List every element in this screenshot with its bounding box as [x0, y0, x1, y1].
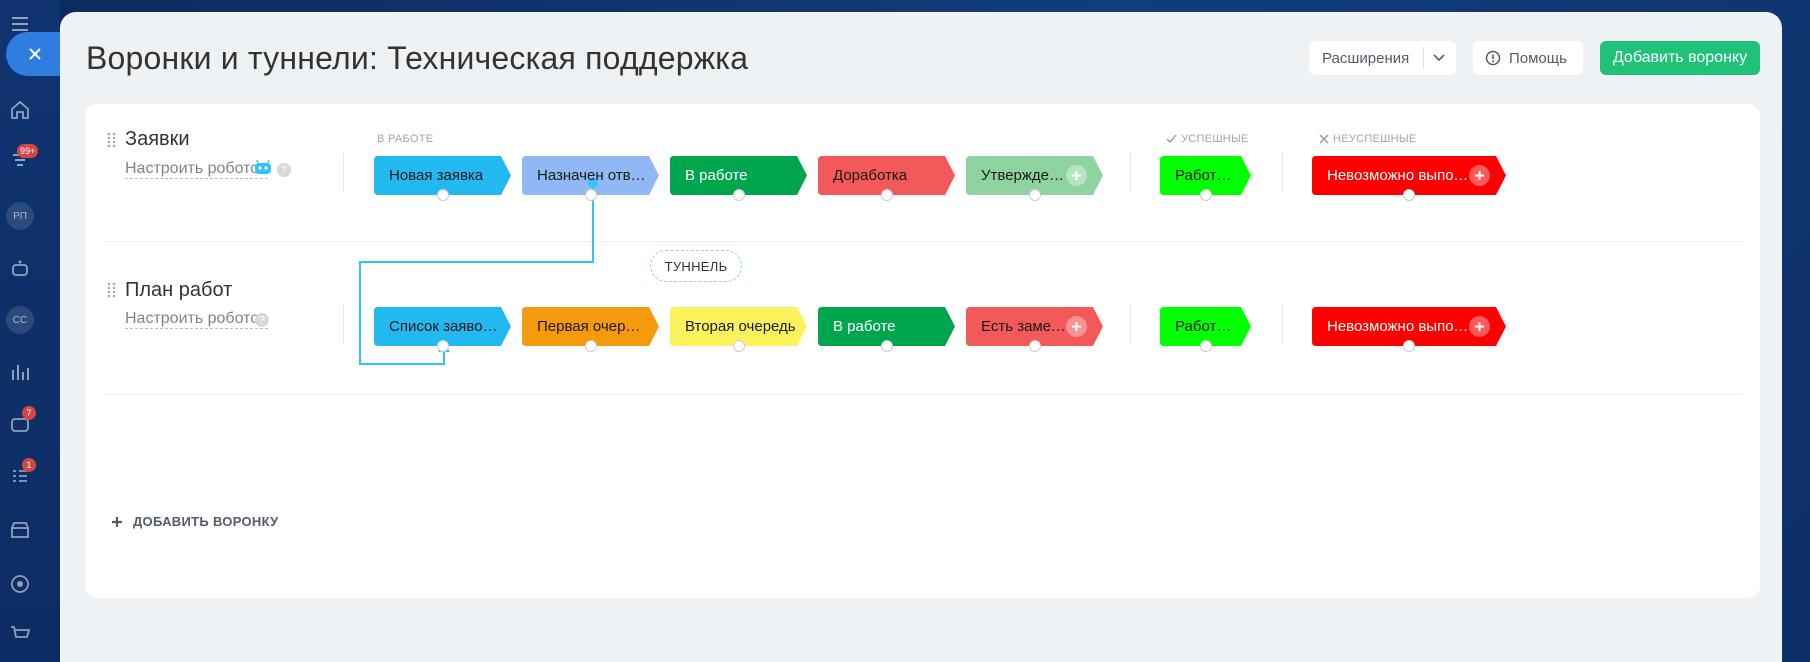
configure-robots-link[interactable]: Настроить роботов	[125, 160, 268, 179]
stage-label: Есть замеча...	[981, 318, 1068, 335]
chart-icon[interactable]	[8, 360, 32, 384]
plus-icon	[112, 516, 122, 527]
stage-chip[interactable]: Работы ...	[1160, 156, 1251, 201]
stage-chip[interactable]: Работы ...	[1160, 307, 1251, 352]
help-icon[interactable]: ?	[255, 313, 269, 327]
page-title: Воронки и туннели: Техническая поддержка	[86, 40, 749, 76]
cross-icon	[1319, 134, 1329, 144]
funnel-title[interactable]: План работ	[125, 279, 232, 302]
close-icon	[29, 48, 41, 60]
stage-label: Назначен отве...	[537, 167, 648, 184]
success-group-label: УСПЕШНЫЕ	[1166, 133, 1249, 145]
info-icon	[1485, 50, 1501, 66]
add-funnel-link-text: ДОБАВИТЬ ВОРОНКУ	[133, 514, 279, 529]
help-button[interactable]: Помощь	[1473, 41, 1583, 75]
stage-chip[interactable]: Невозможно выполн...	[1312, 156, 1506, 201]
stage-label: Первая очередь	[537, 318, 648, 335]
stage-connector-dot[interactable]	[584, 340, 597, 352]
add-funnel-link[interactable]: ДОБАВИТЬ ВОРОНКУ	[111, 514, 279, 529]
dropdown-divider	[1423, 47, 1424, 69]
chat-badge: 7	[22, 406, 36, 420]
home-icon[interactable]	[8, 98, 32, 122]
stage-connector-dot[interactable]	[436, 189, 449, 201]
stage-connector-dot[interactable]	[436, 340, 449, 352]
stage-chip[interactable]: Невозможно выполн...	[1312, 307, 1506, 352]
stage-chip[interactable]: Новая заявка	[374, 156, 511, 201]
funnels-panel: Воронки и туннели: Техническая поддержка…	[60, 12, 1782, 662]
help-label: Помощь	[1509, 49, 1567, 67]
stage-chip[interactable]: Есть замеча...	[966, 307, 1103, 352]
stage-label: Вторая очередь	[685, 318, 796, 335]
stage-label: Утверждени...	[981, 167, 1068, 184]
add-stage-plus-icon[interactable]	[1066, 165, 1087, 186]
tasks-badge: 1	[22, 458, 36, 472]
tunnel-badge[interactable]: ТУННЕЛЬ	[650, 250, 742, 282]
divider	[343, 304, 344, 344]
target-icon[interactable]	[8, 572, 32, 596]
stage-connector-dot[interactable]	[880, 340, 893, 352]
fail-label-text: НЕУСПЕШНЫЕ	[1333, 133, 1417, 145]
stage-chip[interactable]: В работе	[670, 156, 807, 201]
divider	[343, 153, 344, 193]
stage-chip[interactable]: В работе	[818, 307, 955, 352]
stage-label: Работы ...	[1175, 167, 1240, 184]
avatar-rp[interactable]: РП	[6, 202, 34, 230]
add-stage-plus-icon[interactable]	[1469, 316, 1490, 337]
stage-connector-dot[interactable]	[1199, 340, 1212, 352]
check-icon	[1166, 134, 1177, 144]
close-slider-button[interactable]	[6, 32, 66, 76]
add-funnel-button[interactable]: Добавить воронку	[1600, 41, 1760, 75]
notifications-badge: 99+	[17, 144, 39, 158]
fail-group-label: НЕУСПЕШНЫЕ	[1319, 133, 1417, 145]
avatar-cc[interactable]: СС	[6, 306, 34, 334]
extensions-label: Расширения	[1322, 49, 1410, 67]
funnel-separator	[103, 241, 1743, 242]
stage-chip[interactable]: Первая очередь	[522, 307, 659, 352]
stage-label: Новая заявка	[389, 167, 484, 184]
stage-chip[interactable]: Доработка	[818, 156, 955, 201]
stage-label: Невозможно выполн...	[1327, 318, 1471, 335]
stage-label: Работы ...	[1175, 318, 1240, 335]
divider	[1130, 304, 1131, 344]
stage-chip[interactable]: Список заявок...	[374, 307, 511, 352]
stage-connector-dot[interactable]	[1028, 340, 1041, 352]
stage-label: Невозможно выполн...	[1327, 167, 1471, 184]
drag-handle-icon[interactable]	[107, 132, 117, 148]
add-stage-plus-icon[interactable]	[1469, 165, 1490, 186]
funnel-separator	[103, 394, 1743, 395]
stage-connector-dot[interactable]	[732, 189, 745, 201]
chevron-down-icon[interactable]	[1431, 49, 1447, 65]
divider	[1282, 153, 1283, 193]
stage-label: Доработка	[833, 167, 908, 184]
stage-chip[interactable]: Назначен отве...	[522, 156, 659, 201]
stage-connector-dot[interactable]	[1403, 340, 1415, 352]
robot-icon[interactable]	[8, 256, 32, 280]
divider	[1130, 153, 1131, 193]
add-stage-plus-icon[interactable]	[1066, 316, 1087, 337]
stage-connector-dot[interactable]	[880, 189, 893, 201]
success-label-text: УСПЕШНЫЕ	[1181, 133, 1249, 145]
funnels-card: Заявки Настроить роботов ? В РАБОТЕ УСПЕ…	[85, 104, 1760, 598]
divider	[1282, 304, 1283, 344]
store-icon[interactable]	[8, 518, 32, 542]
help-icon[interactable]: ?	[277, 163, 291, 177]
funnel-title[interactable]: Заявки	[125, 128, 190, 151]
stage-connector-dot[interactable]	[1403, 189, 1415, 201]
in-progress-group-label: В РАБОТЕ	[377, 133, 434, 145]
stage-connector-dot[interactable]	[732, 340, 745, 352]
drag-handle-icon[interactable]	[107, 282, 117, 298]
stage-label: Список заявок...	[389, 318, 500, 335]
robot-icon	[255, 159, 271, 174]
stage-connector-dot[interactable]	[1028, 189, 1041, 201]
stage-connector-dot[interactable]	[584, 189, 597, 201]
extensions-dropdown[interactable]: Расширения	[1309, 41, 1456, 75]
stage-chip[interactable]: Утверждени...	[966, 156, 1103, 201]
stage-connector-dot[interactable]	[1199, 189, 1212, 201]
cart-icon[interactable]	[8, 622, 32, 646]
stage-label: В работе	[833, 318, 896, 335]
stage-label: В работе	[685, 167, 748, 184]
app-sidebar: 99+ РП СС 7 1	[0, 0, 60, 662]
configure-robots-link[interactable]: Настроить роботов	[125, 310, 268, 329]
stage-chip[interactable]: Вторая очередь	[670, 307, 807, 352]
